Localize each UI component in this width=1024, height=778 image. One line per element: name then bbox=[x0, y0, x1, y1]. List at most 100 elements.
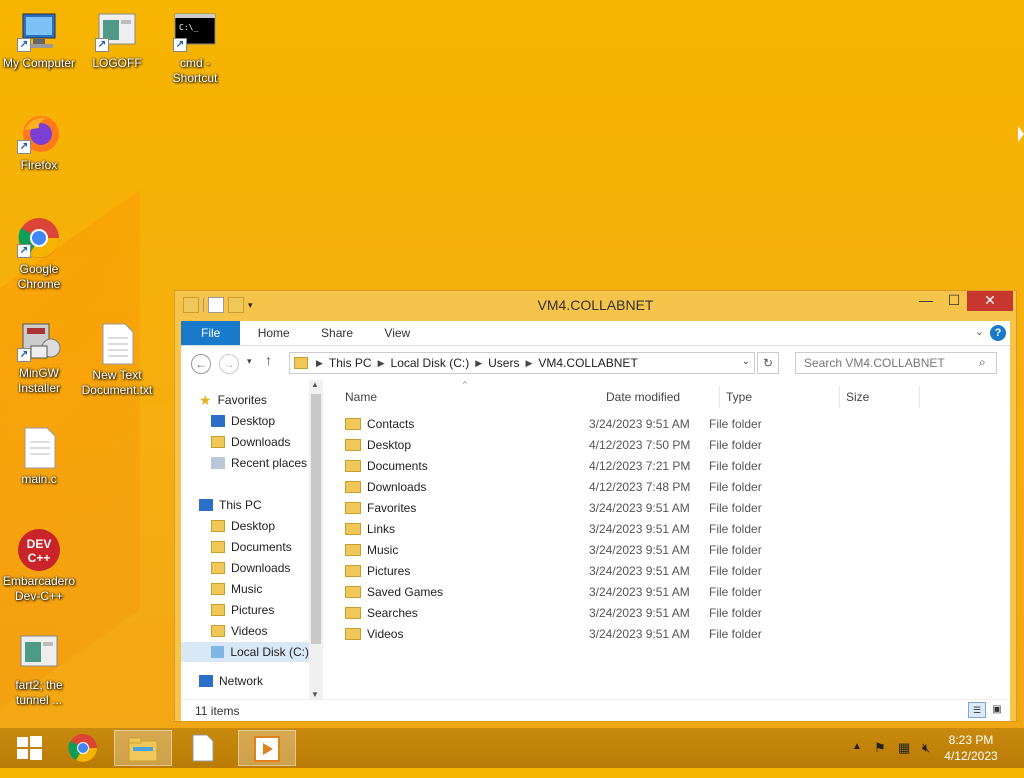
nav-item-downloads[interactable]: Downloads bbox=[211, 558, 290, 578]
search-input[interactable]: Search VM4.COLLABNET bbox=[795, 352, 997, 374]
chrome-icon bbox=[68, 734, 97, 762]
flag-icon[interactable]: ⚑ bbox=[874, 740, 886, 756]
folder-icon bbox=[345, 460, 361, 472]
close-button[interactable]: ✕ bbox=[967, 291, 1013, 311]
nav-item-videos[interactable]: Videos bbox=[211, 621, 267, 641]
window-icon bbox=[17, 632, 61, 676]
breadcrumb-users[interactable]: Users bbox=[488, 356, 519, 370]
document-icon bbox=[192, 734, 214, 762]
taskbar: ▲ ⚑ ▦ 🔇︎ 8:23 PM 4/12/2023 bbox=[0, 728, 1024, 768]
breadcrumb-vm4-collabnet[interactable]: VM4.COLLABNET bbox=[538, 356, 637, 370]
tab-file[interactable]: File bbox=[181, 321, 241, 345]
column-header-name[interactable]: Name bbox=[345, 388, 377, 406]
network-icon[interactable]: ▦ bbox=[898, 740, 910, 756]
window-title: VM4.COLLABNET bbox=[537, 297, 654, 313]
details-view-icon[interactable]: ☰ bbox=[968, 702, 986, 718]
show-hidden-icons[interactable]: ▲ bbox=[852, 741, 862, 752]
devcpp-icon: DEV C++ bbox=[17, 528, 61, 572]
title-bar[interactable]: ▾ VM4.COLLABNET — ☐ ✕ bbox=[175, 291, 1016, 319]
clock-date: 4/12/2023 bbox=[944, 749, 998, 763]
desktop-icon-new-text-document[interactable]: New Text Document.txt bbox=[78, 322, 156, 398]
desktop-icon-main-c[interactable]: main.c bbox=[0, 426, 78, 487]
nav-network[interactable]: Network bbox=[199, 674, 263, 688]
nav-item-desktop[interactable]: Desktop bbox=[211, 516, 275, 536]
address-bar: ← → ▾ ↑ ▶ This PC ▶ Local Disk (C:) ▶ Us… bbox=[181, 346, 1010, 380]
downloads-folder-icon bbox=[211, 436, 225, 448]
breadcrumb[interactable]: ▶ This PC ▶ Local Disk (C:) ▶ Users ▶ VM… bbox=[289, 352, 755, 374]
scroll-thumb[interactable] bbox=[311, 394, 321, 644]
large-icons-view-icon[interactable]: ▣ bbox=[988, 702, 1006, 718]
svg-text:C:\_: C:\_ bbox=[179, 23, 198, 32]
desktop-icon-my-computer[interactable]: ↗ My Computer bbox=[0, 10, 78, 71]
nav-favorites[interactable]: ★ Favorites bbox=[199, 390, 267, 410]
folder-icon bbox=[345, 607, 361, 619]
back-button[interactable]: ← bbox=[191, 354, 211, 374]
nav-item-music[interactable]: Music bbox=[211, 579, 262, 599]
taskbar-chrome[interactable] bbox=[54, 730, 112, 766]
desktop-icon-label: main.c bbox=[21, 472, 57, 486]
mouse-cursor-icon bbox=[1018, 126, 1024, 142]
column-header-type[interactable]: Type bbox=[726, 388, 752, 406]
nav-item-downloads[interactable]: Downloads bbox=[211, 432, 290, 452]
scroll-down-icon[interactable]: ▼ bbox=[311, 690, 319, 699]
folder-icon bbox=[211, 541, 225, 553]
desktop-icon-fart2[interactable]: fart2; the tunnel ... bbox=[0, 632, 78, 708]
folder-icon bbox=[345, 418, 361, 430]
column-header-size[interactable]: Size bbox=[846, 388, 869, 406]
file-explorer-icon bbox=[128, 737, 158, 762]
desktop-icon-mingw[interactable]: ↗ MinGW Installer bbox=[0, 320, 78, 396]
folder-icon bbox=[211, 604, 225, 616]
installer-icon: ↗ bbox=[17, 320, 61, 364]
forward-button[interactable]: → bbox=[219, 354, 239, 374]
scroll-up-icon[interactable]: ▲ bbox=[311, 380, 319, 389]
window-icon: ↗ bbox=[95, 10, 139, 54]
breadcrumb-local-disk[interactable]: Local Disk (C:) bbox=[391, 356, 470, 370]
nav-scrollbar[interactable]: ▲ ▼ bbox=[309, 380, 323, 699]
recent-places-icon bbox=[211, 457, 225, 469]
nav-item-local-disk[interactable]: Local Disk (C:) bbox=[181, 642, 309, 662]
text-file-icon bbox=[17, 426, 61, 470]
nav-this-pc[interactable]: This PC bbox=[199, 495, 262, 515]
start-button[interactable] bbox=[0, 730, 58, 766]
star-icon: ★ bbox=[199, 392, 212, 408]
desktop-icon-logoff[interactable]: ↗ LOGOFF bbox=[78, 10, 156, 71]
desktop-icon-chrome[interactable]: ↗ Google Chrome bbox=[0, 216, 78, 292]
taskbar-file-explorer[interactable] bbox=[114, 730, 172, 766]
folder-icon bbox=[345, 628, 361, 640]
expand-ribbon-icon[interactable]: ⌄ bbox=[975, 325, 984, 338]
up-button[interactable]: ↑ bbox=[265, 352, 272, 368]
media-player-icon bbox=[254, 736, 280, 762]
recent-locations-icon[interactable]: ▾ bbox=[247, 356, 252, 367]
folder-icon bbox=[211, 583, 225, 595]
tab-view[interactable]: View bbox=[370, 321, 424, 345]
taskbar-notepad[interactable] bbox=[174, 730, 232, 766]
desktop-icon-firefox[interactable]: ↗ Firefox bbox=[0, 112, 78, 173]
navigation-pane: ★ Favorites Desktop Downloads Recent plac… bbox=[181, 380, 323, 699]
desktop-icon-devcpp[interactable]: DEV C++ Embarcadero Dev-C++ bbox=[0, 528, 78, 604]
help-icon[interactable]: ? bbox=[990, 325, 1006, 341]
search-icon[interactable]: ⌕ bbox=[979, 355, 986, 370]
file-list: ^ Name Date modified Type Size Contacts 3… bbox=[327, 380, 1010, 699]
desktop-icon-cmd[interactable]: C:\_ ↗ cmd - Shortcut bbox=[156, 10, 234, 86]
tab-share[interactable]: Share bbox=[307, 321, 367, 345]
nav-item-desktop[interactable]: Desktop bbox=[211, 411, 275, 431]
minimize-button[interactable]: — bbox=[911, 291, 941, 311]
column-header-date-modified[interactable]: Date modified bbox=[606, 388, 680, 406]
refresh-button[interactable]: ↻ bbox=[757, 352, 779, 374]
taskbar-media-player[interactable] bbox=[238, 730, 296, 766]
explorer-window[interactable]: ▾ VM4.COLLABNET — ☐ ✕ File Home Share Vi… bbox=[174, 290, 1017, 722]
clock[interactable]: 8:23 PM 4/12/2023 bbox=[936, 732, 1006, 764]
chevron-down-icon[interactable]: ⌄ bbox=[742, 356, 750, 367]
nav-item-pictures[interactable]: Pictures bbox=[211, 600, 274, 620]
nav-item-documents[interactable]: Documents bbox=[211, 537, 292, 557]
volume-muted-icon[interactable]: 🔇︎ bbox=[922, 740, 930, 756]
maximize-button[interactable]: ☐ bbox=[939, 291, 969, 311]
desktop-icon-label: Google Chrome bbox=[17, 262, 61, 291]
nav-item-recent-places[interactable]: Recent places bbox=[211, 453, 307, 473]
text-file-icon bbox=[95, 322, 139, 366]
sort-indicator-icon: ^ bbox=[463, 380, 467, 389]
tab-home[interactable]: Home bbox=[244, 321, 304, 345]
breadcrumb-this-pc[interactable]: This PC bbox=[329, 356, 372, 370]
chrome-icon: ↗ bbox=[17, 216, 61, 260]
computer-icon bbox=[199, 499, 213, 511]
